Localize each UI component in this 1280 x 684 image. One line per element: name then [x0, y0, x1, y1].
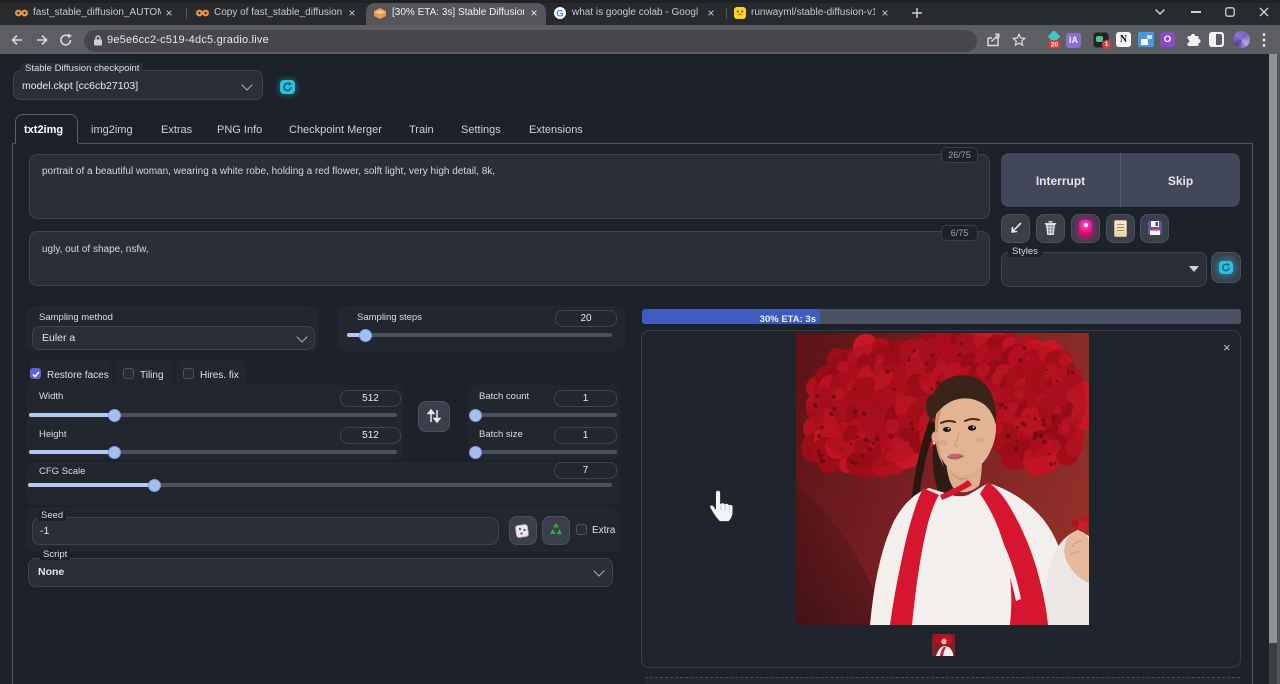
svg-text:20: 20 — [1051, 42, 1059, 49]
svg-text:G: G — [556, 8, 563, 19]
